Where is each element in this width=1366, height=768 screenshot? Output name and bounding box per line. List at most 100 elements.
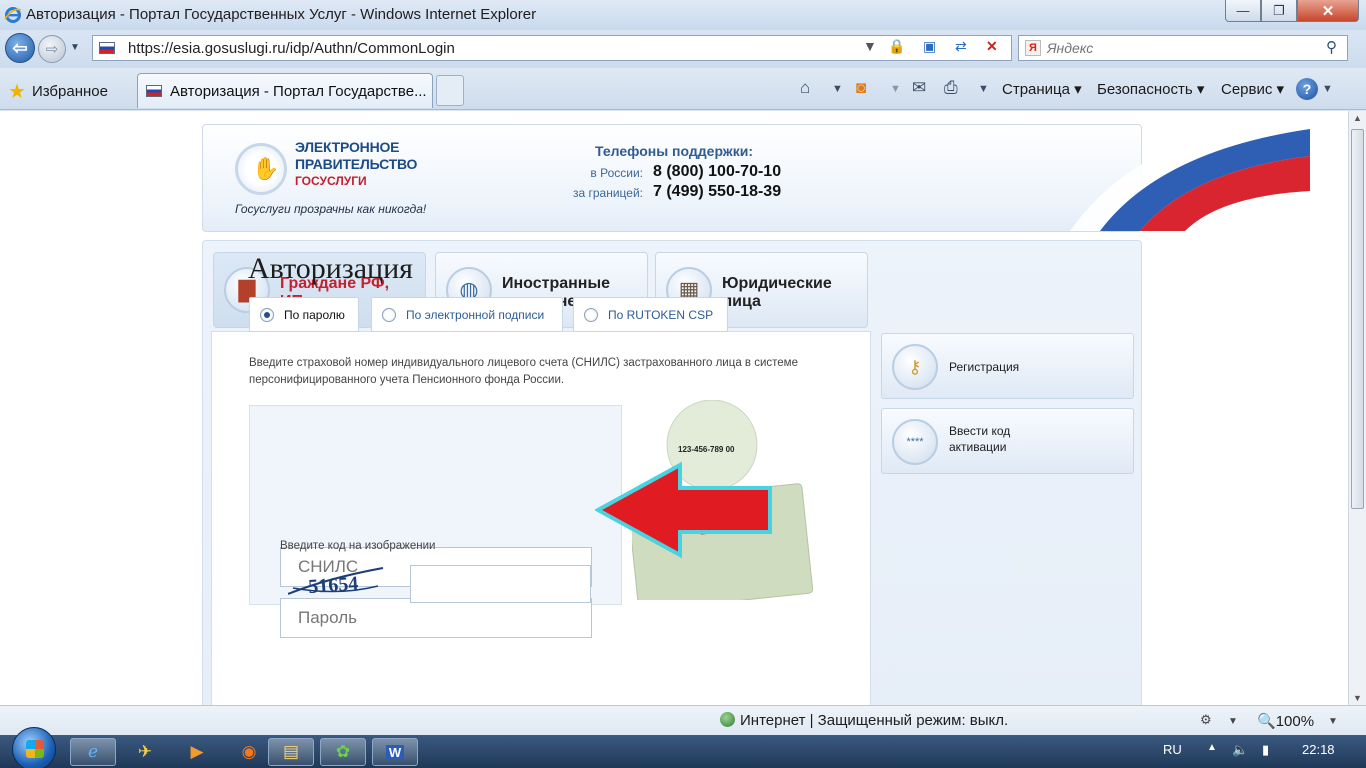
volume-icon[interactable]: 🔈 xyxy=(1232,742,1248,758)
popup-dropdown-icon[interactable]: ▼ xyxy=(1228,716,1238,727)
search-input[interactable] xyxy=(1047,39,1317,57)
logo-line1[interactable]: ЭЛЕКТРОННОЕ xyxy=(295,139,400,155)
radio-icon xyxy=(260,307,274,322)
vertical-scrollbar[interactable]: ▲ ▼ xyxy=(1348,111,1366,705)
password-input[interactable] xyxy=(280,598,592,638)
card-number-text: 123-456-789 00 xyxy=(678,445,735,454)
russia-phone: 8 (800) 100-70-10 xyxy=(653,163,782,180)
refresh-icon[interactable]: ⇄ xyxy=(955,38,967,55)
zoom-value: 100% xyxy=(1275,713,1315,730)
favorites-star-icon: ★ xyxy=(8,81,26,103)
lock-icon[interactable]: 🔒 xyxy=(888,38,905,55)
activation-label: Ввести код активации xyxy=(949,423,1010,455)
method-rutoken-label: По RUTOKEN CSP xyxy=(608,307,714,322)
search-icon[interactable]: ⚲ xyxy=(1326,38,1337,56)
activation-line2: активации xyxy=(949,440,1007,454)
scroll-thumb[interactable] xyxy=(1351,129,1364,509)
back-button[interactable]: ⇦ xyxy=(5,33,35,63)
registration-button[interactable]: ⚷ Регистрация xyxy=(881,333,1134,399)
site-header: ✋ ЭЛЕКТРОННОЕ ПРАВИТЕЛЬСТВО ГОСУСЛУГИ Го… xyxy=(202,124,1142,232)
captcha-input[interactable] xyxy=(410,565,591,603)
url-text[interactable]: https://esia.gosuslugi.ru/idp/Authn/Comm… xyxy=(128,40,455,57)
network-icon[interactable]: ▮ xyxy=(1262,742,1269,758)
yandex-icon: Я xyxy=(1025,40,1041,56)
rss-feeds-icon[interactable]: ◙ xyxy=(856,78,866,98)
code-stars-icon: **** xyxy=(892,419,938,465)
mail-icon[interactable]: ✉ xyxy=(912,78,926,98)
tab-favicon-icon xyxy=(146,85,162,97)
captcha-image: 51654 xyxy=(288,567,384,596)
address-field[interactable]: https://esia.gosuslugi.ru/idp/Authn/Comm… xyxy=(92,35,1012,61)
support-title: Телефоны поддержки: xyxy=(595,143,754,159)
stop-icon[interactable]: ✕ xyxy=(986,38,998,55)
red-arrow-annotation xyxy=(595,461,772,559)
taskbar-explorer-icon[interactable]: ▤ xyxy=(268,738,314,766)
search-box[interactable]: Я ⚲ xyxy=(1018,35,1348,61)
url-dropdown-icon[interactable]: ▼ xyxy=(863,38,877,54)
window-title: Авторизация - Портал Государственных Усл… xyxy=(26,6,537,23)
zoom-level[interactable]: 🔍100% xyxy=(1257,712,1314,730)
home-icon[interactable]: ⌂ xyxy=(800,78,810,98)
method-signature-label: По электронной подписи xyxy=(406,307,545,322)
taskbar-icq-icon[interactable]: ✿ xyxy=(320,738,366,766)
new-tab-button[interactable] xyxy=(436,75,464,106)
maximize-button[interactable]: ❐ xyxy=(1261,0,1297,22)
history-dropdown-icon[interactable]: ▼ xyxy=(70,42,80,53)
tab-foreign-line1: Иностранные xyxy=(502,275,611,292)
keys-icon: ⚷ xyxy=(892,344,938,390)
method-password-radio[interactable]: По паролю xyxy=(249,297,359,332)
taskbar-ie-icon[interactable]: ℯ xyxy=(70,738,116,766)
start-button[interactable] xyxy=(12,727,56,768)
security-zone-text[interactable]: Интернет | Защищенный режим: выкл. xyxy=(740,712,1008,729)
logo-line3[interactable]: ГОСУСЛУГИ xyxy=(295,174,367,188)
gosuslugi-logo-icon[interactable]: ✋ xyxy=(235,143,287,195)
language-indicator[interactable]: RU xyxy=(1163,742,1182,757)
popup-blocker-icon[interactable]: ⚙ xyxy=(1200,712,1212,728)
taskbar-word-icon[interactable]: W xyxy=(372,738,418,766)
favorites-label: Избранное xyxy=(31,83,108,100)
method-rutoken-radio[interactable]: По RUTOKEN CSP xyxy=(573,297,728,332)
taskbar-firefox-icon[interactable]: ◉ xyxy=(226,738,272,766)
favorites-button[interactable]: ★ Избранное xyxy=(8,79,108,104)
compatibility-view-icon[interactable]: ▣ xyxy=(923,38,936,55)
tray-expand-icon[interactable]: ▲ xyxy=(1207,742,1217,753)
page-menu[interactable]: Страница ▾ xyxy=(1002,80,1082,98)
slogan: Госуслуги прозрачны как никогда! xyxy=(235,202,427,216)
method-password-label: По паролю xyxy=(284,307,345,322)
activation-line1: Ввести код xyxy=(949,424,1011,438)
close-button[interactable]: ✕ xyxy=(1297,0,1359,22)
tools-menu[interactable]: Сервис ▾ xyxy=(1221,80,1284,98)
scroll-up-icon[interactable]: ▲ xyxy=(1353,113,1362,123)
clock[interactable]: 22:18 xyxy=(1302,742,1335,757)
taskbar-media-player-icon[interactable]: ▶ xyxy=(174,738,220,766)
help-icon[interactable]: ? xyxy=(1296,78,1318,100)
radio-icon xyxy=(382,307,396,322)
snils-hint: Введите страховой номер индивидуального … xyxy=(249,357,798,386)
ie-logo-icon xyxy=(4,7,22,23)
status-bar xyxy=(0,705,1366,735)
registration-label: Регистрация xyxy=(949,360,1020,374)
site-favicon-icon xyxy=(99,42,115,54)
flag-swoosh-decoration xyxy=(1070,111,1310,231)
page-title: Авторизация xyxy=(248,252,413,285)
tab-legal-label: Юридические лица xyxy=(722,275,832,311)
russia-phone-label: в России: xyxy=(590,166,643,180)
activation-code-button[interactable]: **** Ввести код активации xyxy=(881,408,1134,474)
help-dropdown-icon[interactable]: ▼ xyxy=(1322,83,1333,95)
feeds-dropdown-icon[interactable]: ▼ xyxy=(890,83,901,95)
method-signature-radio[interactable]: По электронной подписи xyxy=(371,297,563,332)
print-icon[interactable]: ⎙ xyxy=(944,78,958,98)
forward-button[interactable]: ⇨ xyxy=(38,35,66,63)
radio-icon xyxy=(584,307,598,322)
home-dropdown-icon[interactable]: ▼ xyxy=(832,83,843,95)
logo-line2[interactable]: ПРАВИТЕЛЬСТВО xyxy=(295,156,417,172)
zoom-dropdown-icon[interactable]: ▼ xyxy=(1328,716,1338,727)
window-titlebar: Авторизация - Портал Государственных Усл… xyxy=(0,0,1366,30)
security-menu[interactable]: Безопасность ▾ xyxy=(1097,80,1204,98)
browser-tab[interactable]: Авторизация - Портал Государстве... xyxy=(137,73,433,108)
taskbar-messenger-icon[interactable]: ✈ xyxy=(122,738,168,766)
scroll-down-icon[interactable]: ▼ xyxy=(1353,693,1362,703)
minimize-button[interactable]: — xyxy=(1225,0,1261,22)
print-dropdown-icon[interactable]: ▼ xyxy=(978,83,989,95)
tab-legal-line1: Юридические xyxy=(722,275,832,292)
